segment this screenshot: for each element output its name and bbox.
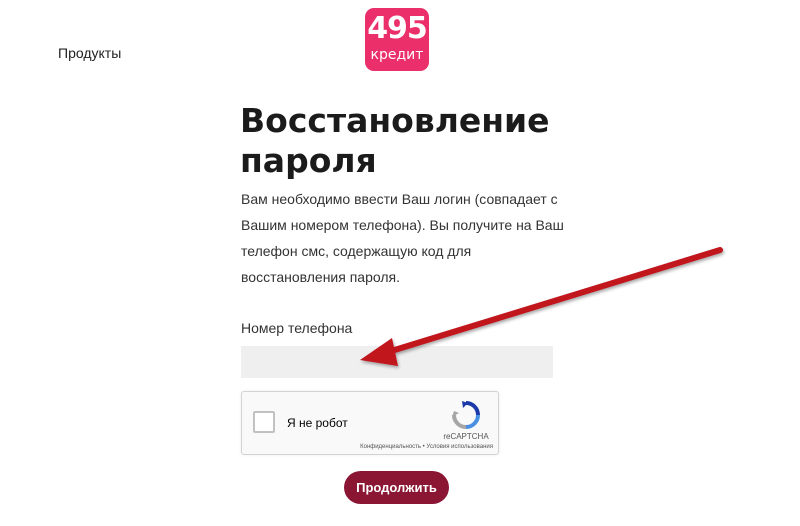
continue-button[interactable]: Продолжить — [344, 471, 449, 504]
recaptcha-checkbox[interactable] — [253, 411, 275, 433]
logo-word: кредит — [370, 47, 424, 63]
page-description: Вам необходимо ввести Ваш логин (совпада… — [241, 191, 564, 285]
page-title: Восстановление пароля — [240, 101, 550, 180]
recaptcha-label: Я не робот — [287, 416, 348, 430]
brand-logo[interactable]: 495 кредит — [365, 8, 429, 71]
recaptcha-widget: Я не робот reCAPTCHA Конфиденциальность … — [241, 391, 499, 455]
logo-number: 495 — [367, 11, 428, 46]
phone-input[interactable] — [241, 346, 553, 378]
recaptcha-brand: reCAPTCHA — [443, 432, 489, 441]
phone-field-label: Номер телефона — [241, 320, 353, 336]
recaptcha-links[interactable]: Конфиденциальность • Условия использован… — [360, 444, 493, 450]
recaptcha-icon — [452, 401, 480, 429]
nav-products-link[interactable]: Продукты — [58, 45, 121, 61]
